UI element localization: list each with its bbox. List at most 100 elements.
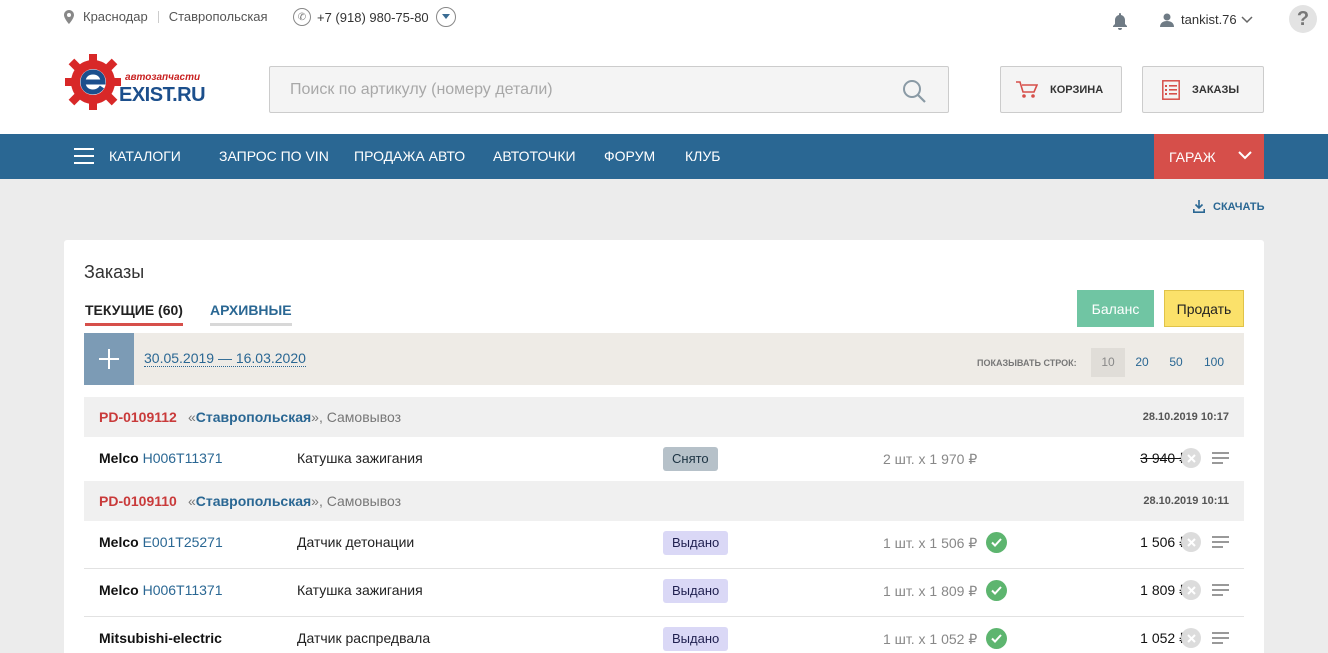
rows-label: ПОКАЗЫВАТЬ СТРОК: [977,358,1077,368]
order-item-row: Melco H006T11371 Катушка зажигания Снято… [84,437,1244,485]
order-store: «Ставропольская», Самовывоз [188,493,402,509]
location-selector[interactable]: Краснодар Ставропольская [64,9,268,24]
bell-icon[interactable] [1113,13,1127,30]
tab-current[interactable]: ТЕКУЩИЕ (60) [85,302,183,326]
orders-label: ЗАКАЗЫ [1192,83,1240,96]
check-icon [986,580,1007,601]
close-icon [1186,537,1196,547]
item-qty: 1 шт. x 1 506 ₽ [883,535,978,551]
download-label: СКАЧАТЬ [1213,200,1265,213]
cancel-item-button[interactable] [1181,448,1201,468]
main-nav: КАТАЛОГИ ЗАПРОС ПО VIN ПРОДАЖА АВТО АВТО… [0,134,1328,179]
add-filter-button[interactable] [84,333,134,385]
username: tankist.76 [1181,12,1237,27]
order-date: 28.10.2019 10:17 [1142,411,1229,423]
close-icon [1186,453,1196,463]
chevron-down-icon [441,14,450,19]
orders-button[interactable]: ЗАКАЗЫ [1142,66,1264,113]
order-store-link[interactable]: Ставропольская [196,493,311,509]
item-details-icon[interactable] [1212,536,1229,548]
chevron-down-icon [1238,151,1252,160]
status-badge: Выдано [663,531,729,555]
list-icon [1162,79,1180,100]
download-link[interactable]: СКАЧАТЬ [1193,200,1265,213]
order-header: PD-0109112 «Ставропольская», Самовывоз 2… [84,397,1244,437]
store-link[interactable]: Ставропольская [169,9,268,24]
item-article-link[interactable]: E001T25271 [143,534,223,550]
page-title: Заказы [84,262,145,282]
check-icon [986,628,1007,649]
item-brand: Melco H006T11371 [99,582,223,598]
item-article-link[interactable]: H006T11371 [143,450,223,466]
order-item-row: Melco E001T25271 Датчик детонации Выдано… [84,521,1244,569]
nav-club[interactable]: КЛУБ [685,134,720,179]
logo-slogan: автозапчасти [125,72,201,83]
tab-archive[interactable]: АРХИВНЫЕ [210,302,292,326]
item-name: Катушка зажигания [297,450,423,466]
phone-block: ✆ +7 (918) 980-75-80 [293,7,456,27]
order-store-link[interactable]: Ставропольская [196,409,311,425]
phone-dropdown-button[interactable] [435,7,456,27]
nav-catalogs[interactable]: КАТАЛОГИ [109,134,181,179]
status-badge: Выдано [663,627,729,651]
order-id-link[interactable]: PD-0109112 [99,409,177,425]
orders-card: Заказы ТЕКУЩИЕ (60) АРХИВНЫЕ Баланс Прод… [64,240,1264,653]
search-icon[interactable] [902,79,926,103]
download-icon [1193,200,1205,213]
check-icon [986,532,1007,553]
phone-number[interactable]: +7 (918) 980-75-80 [317,10,429,25]
chevron-down-icon [1241,15,1253,23]
item-details-icon[interactable] [1212,632,1229,644]
item-brand: Melco H006T11371 [99,450,223,466]
rows-option-50[interactable]: 50 [1161,348,1191,377]
nav-auto-points[interactable]: АВТОТОЧКИ [493,134,576,179]
item-details-icon[interactable] [1212,584,1229,596]
item-brand: Mitsubishi-electric [99,630,222,646]
order-header: PD-0109110 «Ставропольская», Самовывоз 2… [84,481,1244,521]
nav-vin-request[interactable]: ЗАПРОС ПО VIN [219,134,329,179]
status-badge: Снято [663,447,718,471]
order-item-row: Melco H006T11371 Катушка зажигания Выдан… [84,569,1244,617]
balance-button[interactable]: Баланс [1077,290,1154,327]
close-icon [1186,585,1196,595]
plus-icon [99,349,119,369]
nav-forum[interactable]: ФОРУМ [604,134,655,179]
date-range[interactable]: 30.05.2019 — 16.03.2020 [144,350,306,367]
logo-brand: EXIST.RU [119,84,206,106]
filter-bar: 30.05.2019 — 16.03.2020 ПОКАЗЫВАТЬ СТРОК… [84,333,1244,385]
divider [157,10,159,23]
item-details-icon[interactable] [1212,452,1229,464]
rows-option-100[interactable]: 100 [1195,348,1233,377]
rows-option-10[interactable]: 10 [1091,348,1125,377]
menu-icon[interactable] [74,148,94,164]
rows-option-20[interactable]: 20 [1127,348,1157,377]
site-header: Краснодар Ставропольская ✆ +7 (918) 980-… [0,0,1328,134]
cancel-item-button[interactable] [1181,628,1201,648]
cancel-item-button[interactable] [1181,532,1201,552]
garage-button[interactable]: ГАРАЖ [1154,134,1264,179]
item-qty: 1 шт. x 1 809 ₽ [883,583,978,599]
city-link[interactable]: Краснодар [83,9,148,24]
site-logo[interactable]: автозапчасти EXIST.RU [63,52,213,112]
gear-logo-icon [65,54,121,110]
item-brand: Melco E001T25271 [99,534,223,550]
map-pin-icon [64,9,74,24]
user-icon [1160,13,1174,27]
search-input[interactable] [270,80,870,99]
cart-label: КОРЗИНА [1050,83,1104,96]
user-menu[interactable]: tankist.76 [1160,12,1253,27]
garage-label: ГАРАЖ [1169,148,1216,165]
item-qty: 2 шт. x 1 970 ₽ [883,451,978,467]
cart-button[interactable]: КОРЗИНА [1000,66,1122,113]
cancel-item-button[interactable] [1181,580,1201,600]
item-name: Датчик распредвала [297,630,431,646]
cart-icon [1016,80,1038,98]
search-box [269,66,949,113]
close-icon [1186,633,1196,643]
help-button[interactable]: ? [1289,5,1317,33]
item-qty: 1 шт. x 1 052 ₽ [883,631,978,647]
nav-car-sale[interactable]: ПРОДАЖА АВТО [354,134,465,179]
order-id-link[interactable]: PD-0109110 [99,493,177,509]
item-article-link[interactable]: H006T11371 [143,582,223,598]
sell-button[interactable]: Продать [1164,290,1244,327]
